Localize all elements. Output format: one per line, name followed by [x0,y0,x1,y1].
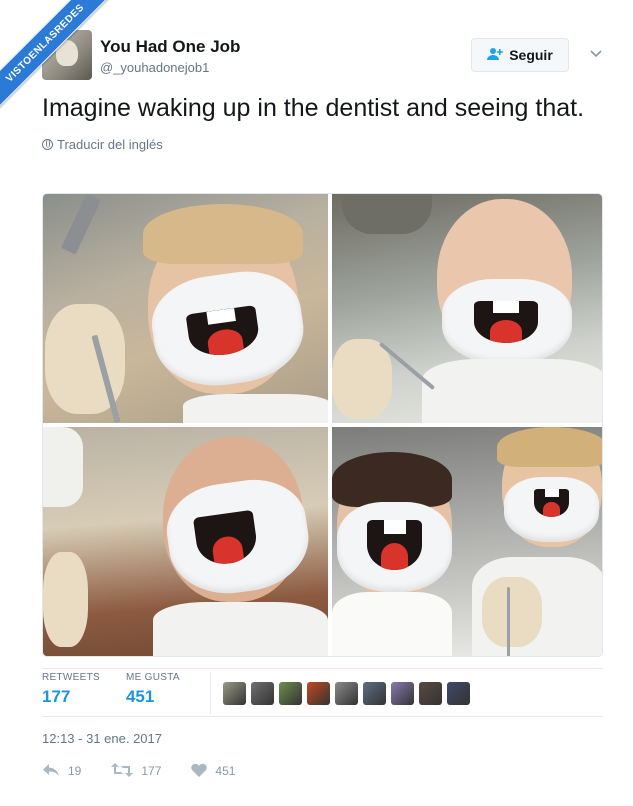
stats-separator [209,672,211,714]
media-grid [42,193,603,657]
retweets-value: 177 [42,687,71,706]
retweets-label: RETWEETS [42,672,100,683]
translate-label: Traducir del inglés [57,137,163,152]
likes-stat[interactable]: ME GUSTA 451 [126,672,180,707]
photo-4[interactable] [332,427,602,656]
likes-value: 451 [125,687,155,706]
retweet-count: 177 [141,764,162,778]
divider-bottom [42,716,603,717]
likes-label: ME GUSTA [125,672,180,683]
tweet-stats: RETWEETS 177 ME GUSTA 451 [42,672,603,718]
liker-avatar[interactable] [334,682,358,705]
photo-3[interactable] [43,427,328,656]
liker-avatar[interactable] [390,682,414,705]
liker-avatar[interactable] [418,682,442,705]
watermark-ribbon: VISTOENLASREDES [0,0,120,120]
retweet-icon [111,763,134,779]
liker-avatar[interactable] [446,682,470,705]
tweet-actions: 19 177 451 [42,763,265,779]
watermark-text: VISTOENLASREDES [0,0,115,113]
translate-link[interactable]: Traducir del inglés [42,137,603,152]
follow-label: Seguir [509,47,553,63]
reply-icon [42,763,60,779]
photo-2[interactable] [332,194,602,423]
liker-avatar[interactable] [306,682,330,705]
heart-icon [191,763,208,779]
chevron-down-icon[interactable] [589,46,603,60]
divider-top [42,668,603,669]
reply-count: 19 [68,764,82,778]
tweet-header: You Had One Job @_youhadonejob1 Seguir [42,30,603,82]
tweet-text: Imagine waking up in the dentist and see… [42,94,585,122]
liker-avatar[interactable] [362,682,386,705]
user-names: You Had One Job @_youhadonejob1 [100,37,240,75]
follow-button[interactable]: Seguir [471,38,569,72]
liker-avatar[interactable] [222,682,246,705]
globe-icon [42,139,53,150]
display-name[interactable]: You Had One Job [100,37,240,57]
photo-1[interactable] [43,194,328,423]
retweets-stat[interactable]: RETWEETS 177 [42,672,100,707]
retweet-button[interactable]: 177 [111,763,161,779]
add-user-icon [487,47,504,64]
user-handle[interactable]: @_youhadonejob1 [100,60,240,75]
likers-avatars [222,682,470,705]
timestamp[interactable]: 12:13 - 31 ene. 2017 [42,731,162,746]
like-count: 451 [215,764,236,778]
reply-button[interactable]: 19 [42,763,81,779]
like-button[interactable]: 451 [191,763,235,779]
liker-avatar[interactable] [278,682,302,705]
liker-avatar[interactable] [250,682,274,705]
